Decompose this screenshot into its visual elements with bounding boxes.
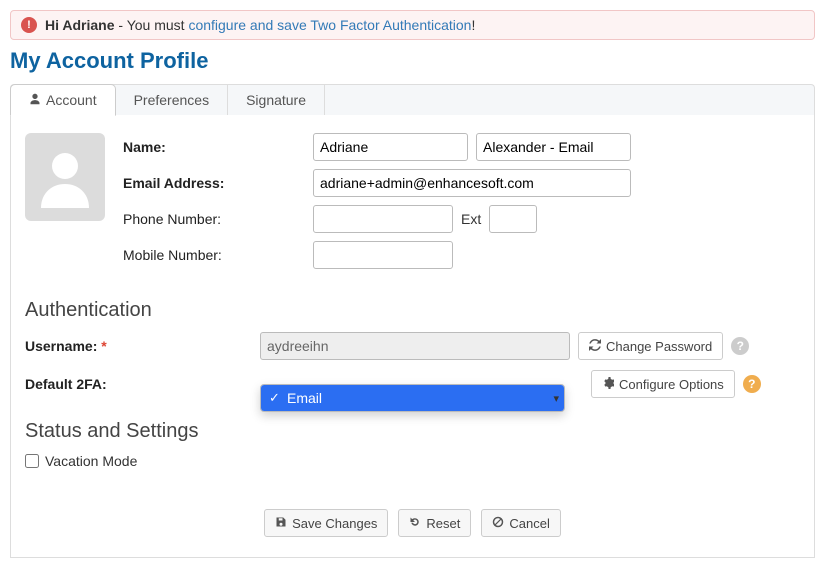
mobile-label: Mobile Number: bbox=[123, 247, 313, 263]
help-icon-warn[interactable]: ? bbox=[743, 375, 761, 393]
refresh-icon bbox=[589, 339, 601, 354]
tabs: Account Preferences Signature bbox=[10, 84, 815, 115]
status-header: Status and Settings bbox=[25, 420, 800, 443]
undo-icon bbox=[409, 516, 421, 531]
user-icon bbox=[29, 92, 41, 108]
first-name-input[interactable] bbox=[313, 133, 468, 161]
cancel-label: Cancel bbox=[509, 516, 549, 531]
email-input[interactable] bbox=[313, 169, 631, 197]
tab-preferences[interactable]: Preferences bbox=[116, 85, 228, 115]
tab-signature[interactable]: Signature bbox=[228, 85, 325, 115]
save-label: Save Changes bbox=[292, 516, 377, 531]
dropdown-menu: Email bbox=[260, 384, 565, 412]
configure-options-label: Configure Options bbox=[619, 377, 724, 392]
auth-header: Authentication bbox=[25, 299, 800, 322]
ext-label: Ext bbox=[461, 211, 481, 227]
alert-text: Hi Adriane - You must configure and save… bbox=[45, 17, 475, 33]
help-icon[interactable]: ? bbox=[731, 337, 749, 355]
alert-middle: - You must bbox=[115, 17, 189, 33]
page-title: My Account Profile bbox=[10, 48, 815, 74]
reset-button[interactable]: Reset bbox=[398, 509, 471, 537]
username-label: Username: * bbox=[25, 338, 260, 354]
ext-input[interactable] bbox=[489, 205, 537, 233]
change-password-button[interactable]: Change Password bbox=[578, 332, 723, 360]
account-section: Name: Email Address: Phone Number: bbox=[10, 115, 815, 558]
mobile-input[interactable] bbox=[313, 241, 453, 269]
save-icon bbox=[275, 516, 287, 531]
reset-label: Reset bbox=[426, 516, 460, 531]
vacation-mode-label: Vacation Mode bbox=[45, 453, 137, 469]
avatar bbox=[25, 133, 105, 221]
alert-greeting: Hi Adriane bbox=[45, 17, 115, 33]
alert-end: ! bbox=[471, 17, 475, 33]
alert-link[interactable]: configure and save Two Factor Authentica… bbox=[188, 17, 471, 33]
name-label: Name: bbox=[123, 139, 313, 155]
vacation-mode-checkbox[interactable] bbox=[25, 454, 39, 468]
cancel-icon bbox=[492, 516, 504, 531]
tab-account-label: Account bbox=[46, 92, 97, 108]
required-asterisk: * bbox=[101, 338, 106, 354]
tab-account[interactable]: Account bbox=[10, 84, 116, 116]
phone-label: Phone Number: bbox=[123, 211, 313, 227]
phone-input[interactable] bbox=[313, 205, 453, 233]
default-2fa-label: Default 2FA: bbox=[25, 376, 260, 392]
alert-icon: ! bbox=[21, 17, 37, 33]
alert-banner: ! Hi Adriane - You must configure and sa… bbox=[10, 10, 815, 40]
save-button[interactable]: Save Changes bbox=[264, 509, 388, 537]
username-input bbox=[260, 332, 570, 360]
email-label: Email Address: bbox=[123, 175, 313, 191]
gear-icon bbox=[602, 377, 614, 392]
last-name-input[interactable] bbox=[476, 133, 631, 161]
cancel-button[interactable]: Cancel bbox=[481, 509, 560, 537]
change-password-label: Change Password bbox=[606, 339, 712, 354]
dropdown-option-email[interactable]: Email bbox=[261, 385, 564, 411]
configure-options-button[interactable]: Configure Options bbox=[591, 370, 735, 398]
